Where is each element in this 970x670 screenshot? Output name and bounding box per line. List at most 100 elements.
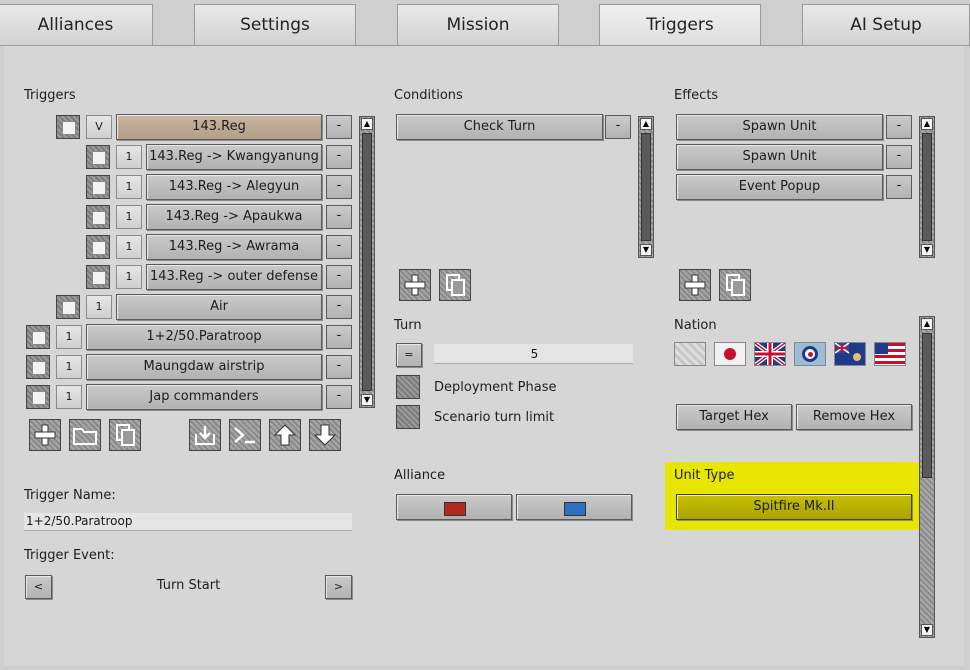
scroll-up-icon[interactable]: ▲ <box>640 118 652 130</box>
trigger-count[interactable]: 1 <box>56 355 82 379</box>
scroll-down-icon[interactable]: ▼ <box>361 394 373 406</box>
trigger-count[interactable]: 1 <box>116 205 142 229</box>
trigger-count[interactable]: V <box>86 115 112 139</box>
trigger-remove-button[interactable]: - <box>326 235 352 259</box>
trigger-remove-button[interactable]: - <box>326 145 352 169</box>
trigger-row-7[interactable]: 1+2/50.Paratroop <box>86 324 322 350</box>
tab-ai-setup[interactable]: AI Setup <box>802 4 970 45</box>
scroll-thumb[interactable] <box>362 133 372 391</box>
add-folder-button[interactable] <box>69 419 101 451</box>
trigger-remove-button[interactable]: - <box>326 265 352 289</box>
turn-value-input[interactable]: 5 <box>434 344 633 364</box>
trigger-enable-checkbox[interactable] <box>86 175 110 199</box>
flag-japan-icon[interactable] <box>714 342 746 366</box>
target-hex-button[interactable]: Target Hex <box>676 404 792 430</box>
trigger-count[interactable]: 1 <box>116 265 142 289</box>
trigger-enable-checkbox[interactable] <box>56 295 80 319</box>
copy-trigger-button[interactable] <box>109 419 141 451</box>
trigger-name-input[interactable]: 1+2/50.Paratroop <box>24 513 352 531</box>
turn-operator-button[interactable]: = <box>396 343 422 367</box>
effects-options-scrollbar[interactable]: ▲ ▼ <box>919 316 935 638</box>
trigger-enable-checkbox[interactable] <box>26 385 50 409</box>
add-effect-button[interactable] <box>679 269 711 301</box>
scroll-thumb[interactable] <box>641 133 651 241</box>
effect-remove-button[interactable]: - <box>886 175 912 199</box>
scroll-up-icon[interactable]: ▲ <box>921 318 933 330</box>
trigger-count[interactable]: 1 <box>116 145 142 169</box>
trigger-enable-checkbox[interactable] <box>86 205 110 229</box>
trigger-row-2[interactable]: 143.Reg -> Alegyun <box>146 174 322 200</box>
flag-australia-icon[interactable] <box>834 342 866 366</box>
copy-condition-button[interactable] <box>439 269 471 301</box>
scroll-down-icon[interactable]: ▼ <box>640 244 652 256</box>
flag-none-icon[interactable] <box>674 342 706 366</box>
trigger-row-0[interactable]: 143.Reg <box>116 114 322 140</box>
add-condition-button[interactable] <box>399 269 431 301</box>
console-button[interactable] <box>229 419 261 451</box>
scroll-down-icon[interactable]: ▼ <box>921 624 933 636</box>
tab-alliances-label: Alliances <box>37 15 114 35</box>
triggers-scrollbar[interactable]: ▲ ▼ <box>359 116 375 408</box>
scroll-thumb[interactable] <box>922 133 932 241</box>
event-prev-button[interactable]: < <box>25 575 52 599</box>
trigger-row-8[interactable]: Maungdaw airstrip <box>86 354 322 380</box>
trigger-count[interactable]: 1 <box>56 325 82 349</box>
trigger-enable-checkbox[interactable] <box>86 235 110 259</box>
deployment-phase-checkbox[interactable] <box>396 375 420 399</box>
effect-item[interactable]: Spawn Unit <box>676 114 883 140</box>
remove-hex-button[interactable]: Remove Hex <box>796 404 912 430</box>
tab-alliances[interactable]: Alliances <box>0 4 153 45</box>
trigger-enable-checkbox[interactable] <box>86 265 110 289</box>
trigger-count[interactable]: 1 <box>116 235 142 259</box>
import-button[interactable] <box>189 419 221 451</box>
move-down-button[interactable] <box>309 419 341 451</box>
effects-scrollbar[interactable]: ▲ ▼ <box>919 116 935 258</box>
trigger-remove-button[interactable]: - <box>326 205 352 229</box>
trigger-enable-checkbox[interactable] <box>86 145 110 169</box>
add-trigger-button[interactable] <box>29 419 61 451</box>
trigger-row-3[interactable]: 143.Reg -> Apaukwa <box>146 204 322 230</box>
event-next-button[interactable]: > <box>325 575 352 599</box>
condition-remove-button[interactable]: - <box>605 115 631 139</box>
trigger-count[interactable]: 1 <box>56 385 82 409</box>
scroll-up-icon[interactable]: ▲ <box>921 118 933 130</box>
effect-remove-button[interactable]: - <box>886 115 912 139</box>
effect-item[interactable]: Spawn Unit <box>676 144 883 170</box>
copy-effect-button[interactable] <box>719 269 751 301</box>
trigger-remove-button[interactable]: - <box>326 295 352 319</box>
trigger-count[interactable]: 1 <box>86 295 112 319</box>
tab-mission[interactable]: Mission <box>397 4 559 45</box>
effect-item[interactable]: Event Popup <box>676 174 883 200</box>
import-icon <box>195 426 215 445</box>
tab-triggers[interactable]: Triggers <box>599 4 761 45</box>
alliance-red-button[interactable] <box>396 494 512 520</box>
condition-check-turn[interactable]: Check Turn <box>396 114 603 140</box>
unit-type-button[interactable]: Spitfire Mk.II <box>676 494 912 520</box>
trigger-enable-checkbox[interactable] <box>56 115 80 139</box>
flag-uk-icon[interactable] <box>754 342 786 366</box>
conditions-scrollbar[interactable]: ▲ ▼ <box>638 116 654 258</box>
trigger-remove-button[interactable]: - <box>326 325 352 349</box>
scenario-turn-limit-checkbox[interactable] <box>396 405 420 429</box>
alliance-blue-button[interactable] <box>516 494 632 520</box>
trigger-remove-button[interactable]: - <box>326 175 352 199</box>
trigger-remove-button[interactable]: - <box>326 385 352 409</box>
scroll-thumb[interactable] <box>922 333 932 478</box>
trigger-remove-button[interactable]: - <box>326 355 352 379</box>
effect-remove-button[interactable]: - <box>886 145 912 169</box>
trigger-row-6[interactable]: Air <box>116 294 322 320</box>
flag-raf-roundel-icon[interactable] <box>794 342 826 366</box>
flag-usa-icon[interactable] <box>874 342 906 366</box>
trigger-enable-checkbox[interactable] <box>26 355 50 379</box>
trigger-row-9[interactable]: Jap commanders <box>86 384 322 410</box>
move-up-button[interactable] <box>269 419 301 451</box>
trigger-remove-button[interactable]: - <box>326 115 352 139</box>
trigger-row-1[interactable]: 143.Reg -> Kwangyanung <box>146 144 322 170</box>
scroll-up-icon[interactable]: ▲ <box>361 118 373 130</box>
trigger-row-4[interactable]: 143.Reg -> Awrama <box>146 234 322 260</box>
scroll-down-icon[interactable]: ▼ <box>921 244 933 256</box>
trigger-row-5[interactable]: 143.Reg -> outer defense <box>146 264 322 290</box>
trigger-count[interactable]: 1 <box>116 175 142 199</box>
trigger-enable-checkbox[interactable] <box>26 325 50 349</box>
tab-settings[interactable]: Settings <box>194 4 356 45</box>
